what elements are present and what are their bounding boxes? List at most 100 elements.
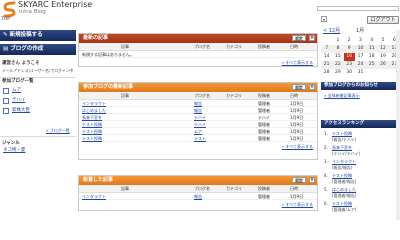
checkbox[interactable] bbox=[3, 108, 9, 114]
new-posts-panel: 新着した記事 設定 × 記事 ブログ名 カテゴリ 投稿者 日時 インタラクト 報告… bbox=[78, 175, 318, 211]
table-row[interactable]: はじめました 報告 管理者 1月9日 bbox=[79, 107, 317, 114]
prev-month-link[interactable]: < 12月 bbox=[323, 29, 340, 34]
ranking-item[interactable]: 2. 長来下宮を (テハイ/テハイ) bbox=[322, 145, 400, 159]
news-link[interactable]: » 全体新着記事表示 bbox=[324, 94, 360, 98]
show-all: » すべて表示する bbox=[281, 144, 313, 149]
close-icon[interactable]: × bbox=[309, 84, 315, 90]
pencil-icon: ✎ bbox=[3, 32, 8, 38]
calendar-day[interactable]: 9 bbox=[343, 45, 355, 53]
rank-title[interactable]: はじめました bbox=[332, 188, 356, 192]
calendar-day[interactable]: 30 bbox=[344, 69, 355, 77]
rank-number: 3. bbox=[324, 159, 328, 164]
calendar-header: < 12月 1月 bbox=[321, 27, 400, 36]
table-row[interactable]: テスト投稿 テハイ 管理者 1月9日 bbox=[79, 121, 317, 128]
blog-list-link[interactable]: » ブログ一覧 bbox=[46, 129, 70, 133]
genre-title: ジャンル bbox=[2, 141, 20, 146]
divider bbox=[0, 77, 76, 78]
ranking-item[interactable]: 3. インタラクト (報告/報告) bbox=[322, 159, 400, 173]
table-row[interactable]: テスト投稿 ムア 管理者 1月9日 bbox=[79, 128, 317, 135]
rank-title[interactable]: テスト投稿 bbox=[332, 174, 352, 178]
blog-item[interactable]: ムア bbox=[3, 88, 75, 95]
ranking-item[interactable]: 4. テスト投稿 (管理者/報告) bbox=[322, 173, 400, 187]
new-post-button[interactable]: ✎ 新規投稿する bbox=[0, 30, 76, 41]
checkbox[interactable] bbox=[3, 88, 9, 94]
calendar-day[interactable]: 29 bbox=[332, 69, 343, 77]
scrollbar[interactable] bbox=[396, 30, 400, 220]
calendar-day[interactable]: 5 bbox=[377, 37, 388, 45]
rank-title[interactable]: テスト投稿 bbox=[332, 132, 352, 136]
settings-button[interactable]: 設定 bbox=[292, 177, 306, 183]
rank-number: 2. bbox=[324, 145, 328, 150]
divider bbox=[0, 136, 76, 137]
logout-button[interactable]: ログアウト bbox=[367, 16, 399, 24]
calendar-day bbox=[366, 69, 377, 77]
calendar-row: 14 15 16 17 18 19 20 bbox=[321, 53, 400, 61]
calendar-day[interactable]: 16 bbox=[343, 53, 355, 61]
calendar-day[interactable]: 10 bbox=[354, 45, 367, 53]
calendar-row: 21 22 23 24 25 26 27 bbox=[321, 61, 400, 69]
rank-meta: (管理者/報告) bbox=[332, 193, 357, 198]
skyarc-logo bbox=[3, 1, 16, 18]
rank-title[interactable]: インタラクト bbox=[332, 160, 356, 164]
calendar-day[interactable]: 25 bbox=[366, 61, 378, 69]
show-all: » すべて表示する bbox=[281, 202, 313, 207]
calendar-day[interactable]: 22 bbox=[332, 61, 344, 69]
calendar-day[interactable]: 11 bbox=[366, 45, 378, 53]
checkbox[interactable] bbox=[3, 98, 9, 104]
calendar-day[interactable]: 12 bbox=[377, 45, 389, 53]
calendar-day bbox=[377, 69, 388, 77]
calendar-row: 28 29 30 31 bbox=[321, 69, 400, 77]
calendar-day[interactable]: 7 bbox=[321, 45, 333, 53]
panel-header: 新着した記事 設定 × bbox=[79, 176, 317, 185]
blog-item[interactable]: テハイ bbox=[3, 98, 75, 105]
blog-icon: ▤ bbox=[3, 46, 9, 52]
my-blogs-title: 参加ブログ一覧 bbox=[2, 79, 34, 84]
ranking-item[interactable]: 1. テスト投稿 (報告/テハイ) bbox=[322, 131, 400, 145]
ranking-item[interactable]: 5. はじめました (管理者/報告) bbox=[322, 187, 400, 201]
close-icon[interactable]: × bbox=[309, 35, 315, 41]
rank-title[interactable]: 長来下宮を bbox=[332, 146, 352, 150]
rank-number: 6. bbox=[324, 201, 328, 206]
rank-meta: (テハイ/テハイ) bbox=[332, 151, 361, 156]
ranking-item[interactable]: 6. テスト投稿 (管理者/ムア) bbox=[322, 201, 400, 215]
welcome-sub: メールアドレス(ユーザー名)でログイン中 bbox=[2, 68, 74, 73]
rank-meta: (管理者/ムア) bbox=[332, 207, 357, 212]
table-row[interactable]: テスト投稿 テスト 管理者 1月9日 bbox=[79, 135, 317, 142]
calendar-day[interactable]: 1 bbox=[332, 37, 343, 45]
settings-button[interactable]: 設定 bbox=[292, 84, 306, 90]
calendar-row: 123456 bbox=[321, 37, 400, 45]
calendar-day[interactable]: 14 bbox=[321, 53, 332, 61]
create-blog-button[interactable]: ▤ ブログの作成 bbox=[0, 44, 76, 55]
calendar-day[interactable]: 24 bbox=[354, 61, 367, 69]
settings-button[interactable]: 設定 bbox=[292, 35, 306, 41]
calendar-day[interactable]: 21 bbox=[321, 61, 333, 69]
genre-link[interactable]: ネコ特・夏 bbox=[3, 148, 25, 154]
calendar-day[interactable]: 15 bbox=[332, 53, 343, 61]
welcome-title: 運営さん ようこそ bbox=[2, 61, 40, 66]
calendar: 1 2 3 4 5 6 7 8 9 10 11 12 13 14 15 16 17 18 19 20 21 22 23 24 2… bbox=[321, 37, 400, 77]
search-input[interactable] bbox=[317, 6, 399, 11]
calendar-day[interactable]: 3 bbox=[355, 37, 366, 45]
calendar-day[interactable]: 19 bbox=[377, 53, 388, 61]
rank-title[interactable]: テスト投稿 bbox=[332, 202, 352, 206]
table-row[interactable]: インタラクト 報告 管理者 1月9日 bbox=[79, 100, 317, 107]
brand-subtitle: Intra Blog bbox=[19, 9, 46, 15]
calendar-day[interactable]: 2 bbox=[344, 37, 355, 45]
close-icon[interactable]: × bbox=[309, 177, 315, 183]
breadcrumb[interactable]: TOP bbox=[1, 17, 10, 23]
calendar-day[interactable]: 28 bbox=[321, 69, 332, 77]
table-row[interactable]: 長来下宮を テハイ テハイ 1月9日 bbox=[79, 114, 317, 121]
table-header: 記事 ブログ名 カテゴリ 投稿者 日時 bbox=[79, 92, 317, 100]
panel-header: 参加ブログの最新記事 設定 × bbox=[79, 83, 317, 92]
calendar-day[interactable]: 18 bbox=[366, 53, 377, 61]
calendar-day[interactable]: 4 bbox=[366, 37, 377, 45]
blog-item[interactable]: 新株大臣 bbox=[3, 108, 75, 115]
ranking-header: アクセスランキング bbox=[321, 120, 400, 128]
calendar-day[interactable]: 17 bbox=[355, 53, 366, 61]
calendar-day[interactable]: 23 bbox=[343, 61, 355, 69]
calendar-day[interactable]: 26 bbox=[377, 61, 389, 69]
calendar-day[interactable]: 8 bbox=[332, 45, 344, 53]
calendar-day[interactable]: 31 bbox=[355, 69, 366, 77]
table-row[interactable]: インタラクト 報告 管理者 1月9日 bbox=[79, 193, 317, 200]
dropdown-button[interactable]: ▾ bbox=[321, 16, 327, 22]
